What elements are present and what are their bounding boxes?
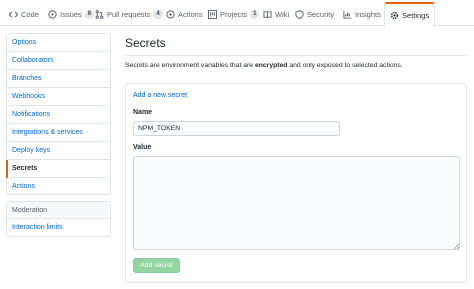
projects-count: 1 bbox=[250, 10, 260, 19]
tab-label: Security bbox=[307, 10, 335, 19]
tab-label: Code bbox=[21, 10, 39, 19]
page-title: Secrets bbox=[125, 36, 166, 50]
sidebar-item-collaborators[interactable]: Collaborators bbox=[7, 52, 110, 70]
sidebar-item-actions[interactable]: Actions bbox=[7, 178, 110, 196]
tab-security[interactable]: Security bbox=[295, 3, 334, 26]
description-emphasis: encrypted bbox=[254, 62, 288, 69]
title-divider bbox=[125, 55, 467, 56]
description-text-end: and only exposed to selected actions. bbox=[287, 62, 403, 69]
value-label: Value bbox=[133, 144, 152, 151]
tab-wiki[interactable]: Wiki bbox=[263, 3, 289, 26]
sidebar-item-interaction-limits[interactable]: Interaction limits bbox=[7, 219, 110, 237]
repo-nav: Code Issues 6 Pull requests 4 Actions Pr… bbox=[0, 0, 474, 27]
tab-settings[interactable]: Settings bbox=[384, 2, 436, 27]
secrets-description: Secrets are environment variables that a… bbox=[125, 62, 403, 69]
tab-label: Actions bbox=[178, 10, 203, 19]
issue-icon bbox=[48, 10, 57, 19]
book-icon bbox=[263, 10, 272, 19]
play-icon bbox=[166, 10, 175, 19]
tab-code[interactable]: Code bbox=[9, 3, 39, 26]
tab-label: Issues bbox=[60, 10, 82, 19]
description-text: Secrets are environment variables that a… bbox=[125, 62, 255, 69]
sidebar-item-deploy-keys[interactable]: Deploy keys bbox=[7, 142, 110, 160]
sidebar-item-secrets[interactable]: Secrets bbox=[6, 160, 110, 178]
add-secret-link[interactable]: Add a new secret bbox=[133, 92, 187, 99]
tab-label: Settings bbox=[402, 10, 430, 20]
sidebar-item-branches[interactable]: Branches bbox=[7, 70, 110, 88]
tab-label: Projects bbox=[220, 10, 248, 19]
name-label: Name bbox=[133, 109, 153, 116]
secret-name-input[interactable] bbox=[133, 121, 340, 136]
tab-insights[interactable]: Insights bbox=[343, 3, 381, 26]
tab-projects[interactable]: Projects 1 bbox=[208, 3, 260, 26]
gear-icon bbox=[390, 11, 399, 20]
tab-issues[interactable]: Issues 6 bbox=[48, 3, 95, 26]
secret-value-textarea[interactable] bbox=[133, 156, 460, 250]
sidebar-item-options[interactable]: Options bbox=[7, 34, 110, 52]
sidebar-item-integrations[interactable]: Integrations & services bbox=[7, 124, 110, 142]
moderation-heading: Moderation bbox=[7, 202, 110, 219]
project-icon bbox=[208, 10, 217, 19]
add-secret-button[interactable]: Add secret bbox=[133, 258, 180, 273]
sidebar-item-webhooks[interactable]: Webhooks bbox=[7, 88, 110, 106]
sidebar-item-notifications[interactable]: Notifications bbox=[7, 106, 110, 124]
settings-menu: Options Collaborators Branches Webhooks … bbox=[6, 33, 111, 195]
tab-label: Pull requests bbox=[107, 10, 151, 19]
tab-label: Insights bbox=[355, 10, 381, 19]
tab-label: Wiki bbox=[275, 10, 290, 19]
tab-actions[interactable]: Actions bbox=[166, 3, 203, 26]
resize-handle-icon[interactable] bbox=[453, 243, 459, 249]
pull-requests-count: 4 bbox=[153, 10, 163, 19]
moderation-menu: Moderation Interaction limits bbox=[6, 201, 111, 237]
pull-request-icon bbox=[95, 10, 104, 19]
code-icon bbox=[9, 10, 18, 19]
issues-count: 6 bbox=[84, 10, 95, 19]
graph-icon bbox=[343, 10, 352, 19]
shield-icon bbox=[295, 10, 304, 19]
tab-pull-requests[interactable]: Pull requests 4 bbox=[95, 3, 163, 26]
